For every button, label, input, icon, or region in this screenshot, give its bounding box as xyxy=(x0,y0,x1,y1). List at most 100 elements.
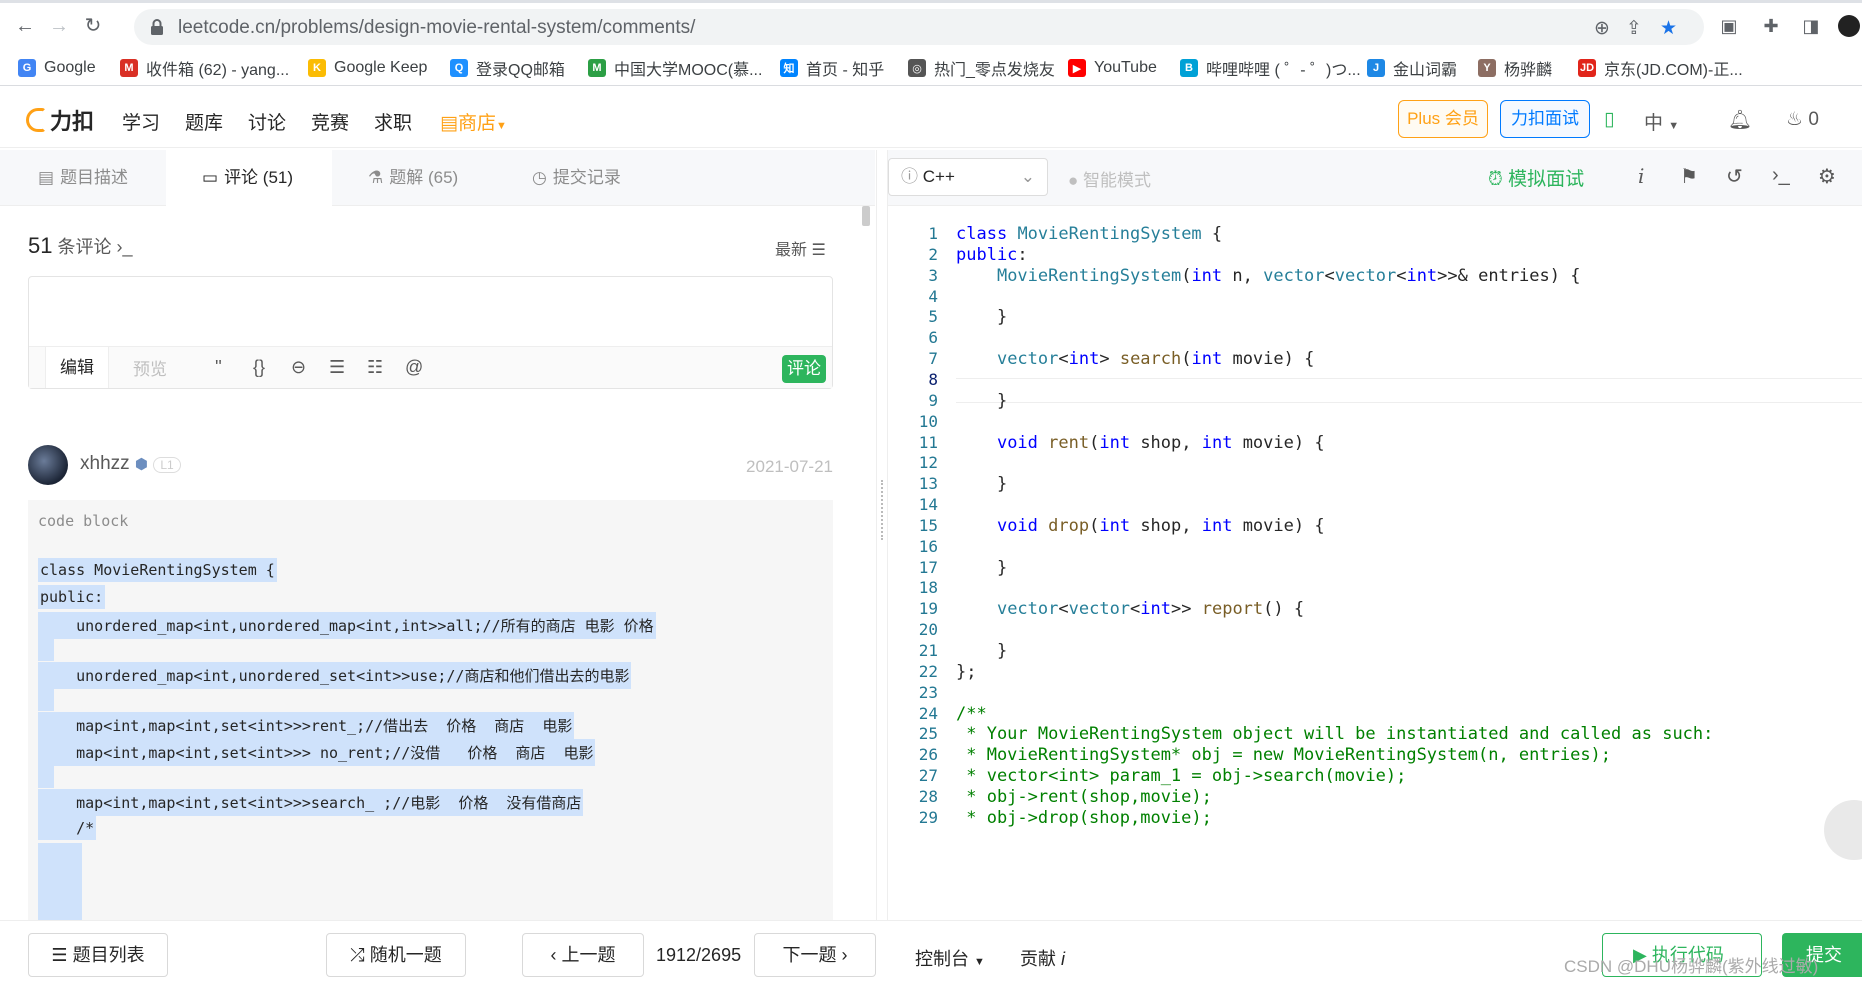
random-problem-button[interactable]: ⤮ 随机一题 xyxy=(326,933,466,977)
post-comment-button[interactable]: 评论 xyxy=(782,355,826,383)
code-line: void rent(int shop, int movie) { xyxy=(996,432,1325,453)
bookmark-item[interactable]: ▶ YouTube xyxy=(1068,56,1157,80)
lang-switch[interactable]: 中 ▼ xyxy=(1644,108,1679,135)
code-editor[interactable]: 1 class MovieRentingSystem {2 public: 3 Mov… xyxy=(888,206,1862,920)
bookmark-item[interactable]: ◎ 热门_零点发烧友 xyxy=(908,56,1055,80)
notification-bell-icon[interactable]: 🔔︎ xyxy=(1728,108,1752,132)
bookmark-item[interactable]: B 哔哩哔哩 ( ゜- ゜)つ... xyxy=(1180,56,1361,80)
bookmark-star-icon[interactable]: ★ xyxy=(1660,17,1677,40)
profile-icon[interactable] xyxy=(1838,15,1860,37)
bookmark-favicon-icon: JD xyxy=(1578,59,1596,77)
doc-icon: ▤ xyxy=(38,168,55,187)
contribute-link[interactable]: 贡献 i xyxy=(1020,945,1065,971)
sort-button[interactable]: 最新 ☰ xyxy=(775,236,826,260)
terminal-icon[interactable]: ›_ xyxy=(1772,164,1790,187)
address-bar[interactable]: leetcode.cn/problems/design-movie-rental… xyxy=(134,9,1704,45)
forward-icon[interactable]: → xyxy=(46,13,72,39)
bookmark-item[interactable]: 知首页 - 知乎 xyxy=(780,56,884,80)
nav-problems[interactable]: 题库 xyxy=(185,108,223,135)
numbered-list-icon[interactable]: ☷ xyxy=(367,357,383,378)
bookmark-label: 首页 - 知乎 xyxy=(806,62,885,79)
tab-description[interactable]: ▤ 题目描述 xyxy=(38,150,128,206)
comment-icon: ▭ xyxy=(202,168,219,187)
contribute-label: 贡献 xyxy=(1020,949,1056,969)
nav-learn[interactable]: 学习 xyxy=(122,108,160,135)
bookmark-label: 杨骅麟 xyxy=(1504,62,1553,79)
bookmark-item[interactable]: JD 京东(JD.COM)-正... xyxy=(1578,56,1743,80)
zoom-icon[interactable]: ⊕ xyxy=(1594,17,1610,40)
link-icon[interactable]: ⊖ xyxy=(291,357,306,378)
leetcode-logo[interactable]: 力扣 xyxy=(26,104,94,136)
code-line: unordered_map<int,unordered_set<int>>use… xyxy=(38,662,632,689)
console-toggle[interactable]: 控制台 ▼ xyxy=(915,945,985,971)
next-problem-button[interactable]: 下一题 › xyxy=(754,933,876,977)
left-scrollbar[interactable] xyxy=(862,206,870,226)
tab-comments[interactable]: ▭ 评论 (51) xyxy=(166,150,332,206)
smart-mode-toggle[interactable]: ● 智能模式 xyxy=(1068,166,1151,191)
nav-store[interactable]: ▤商店▼ xyxy=(440,108,507,135)
level-badge: L1 xyxy=(153,457,181,473)
line-number: 9 xyxy=(928,390,938,410)
nav-store-label: 商店 xyxy=(457,113,496,134)
back-icon[interactable]: ← xyxy=(12,13,38,39)
code-line: } xyxy=(956,390,1008,411)
sidepanel-icon[interactable]: ◨ xyxy=(1800,15,1822,37)
code-line: * obj->drop(shop,movie); xyxy=(956,807,1212,828)
caret-down-icon: ▼ xyxy=(974,956,985,968)
code-braces-icon[interactable]: {} xyxy=(253,357,265,378)
info-italic-icon[interactable]: i xyxy=(1638,164,1644,188)
bullet-list-icon[interactable]: ☰ xyxy=(329,357,345,378)
language-select[interactable]: ⓘ C++ ⌄ xyxy=(888,158,1048,196)
nav-jobs[interactable]: 求职 xyxy=(374,108,412,135)
share-icon[interactable]: ⇪ xyxy=(1626,17,1642,40)
line-number: 2 xyxy=(928,244,938,264)
bookmark-item[interactable]: M 中国大学MOOC(慕... xyxy=(588,56,762,80)
code-blank-line xyxy=(38,766,54,788)
editor-tab-preview[interactable]: 预览 xyxy=(133,355,167,380)
line-number: 13 xyxy=(918,474,938,494)
bookmark-item[interactable]: Y 杨骅麟 xyxy=(1478,56,1552,80)
code-line: }; xyxy=(956,661,977,682)
quote-icon[interactable]: '' xyxy=(215,357,222,378)
mobile-icon[interactable]: ▯ xyxy=(1604,108,1614,131)
comment-user[interactable]: xhhzz ⬢ L1 xyxy=(80,453,181,475)
line-number: 7 xyxy=(928,349,938,369)
nav-contest[interactable]: 竞赛 xyxy=(311,108,349,135)
bookmark-item[interactable]: J 金山词霸 xyxy=(1367,56,1457,80)
puzzle-icon[interactable]: ✚ xyxy=(1760,15,1782,37)
chevron-right-icon: › xyxy=(841,945,848,965)
pane-divider[interactable] xyxy=(876,150,888,920)
editor-tab-edit[interactable]: 编辑 xyxy=(45,347,109,388)
settings-icon[interactable]: ⚙ xyxy=(1818,164,1836,189)
random-label: 随机一题 xyxy=(369,945,442,965)
comment-editor[interactable]: 编辑 预览 '' {} ⊖ ☰ ☷ @ 评论 xyxy=(28,276,833,389)
line-number: 23 xyxy=(918,682,938,702)
tab-submissions-label: 提交记录 xyxy=(552,168,621,187)
list-icon: ☰ xyxy=(51,945,68,965)
bookmark-item[interactable]: K Google Keep xyxy=(308,56,427,80)
mock-interview-link[interactable]: ⏰︎ 模拟面试 xyxy=(1488,164,1584,191)
tab-submissions[interactable]: ◷ 提交记录 xyxy=(532,150,621,206)
extension-icon[interactable]: ▣ xyxy=(1718,15,1740,37)
bookmark-favicon-icon: J xyxy=(1367,59,1385,77)
nav-discuss[interactable]: 讨论 xyxy=(248,108,286,135)
bookmark-item[interactable]: M 收件箱 (62) - yang... xyxy=(120,56,289,80)
chevron-left-icon: ‹ xyxy=(550,945,557,965)
points[interactable]: ♨ 0 xyxy=(1786,108,1819,131)
avatar[interactable] xyxy=(28,445,68,485)
line-number: 4 xyxy=(928,286,938,306)
prev-problem-button[interactable]: ‹ 上一题 xyxy=(522,933,644,977)
bookmark-item[interactable]: G Google xyxy=(18,56,96,80)
bookmark-favicon-icon: G xyxy=(18,59,36,77)
plus-member-button[interactable]: Plus 会员 xyxy=(1398,100,1488,138)
problem-list-button[interactable]: ☰ 题目列表 xyxy=(28,933,168,977)
bookmark-item[interactable]: Q 登录QQ邮箱 xyxy=(450,56,565,80)
url-text: leetcode.cn/problems/design-movie-rental… xyxy=(178,17,696,38)
reset-icon[interactable]: ↺ xyxy=(1726,164,1743,189)
flag-icon[interactable]: ⚑ xyxy=(1680,164,1698,189)
mention-icon[interactable]: @ xyxy=(405,357,423,378)
reload-icon[interactable]: ↻ xyxy=(80,13,106,39)
tab-solutions[interactable]: ⚗ 题解 (65) xyxy=(368,150,458,206)
bookmark-label: 热门_零点发烧友 xyxy=(934,62,1055,79)
mock-interview-button[interactable]: 力扣面试 xyxy=(1500,100,1590,138)
